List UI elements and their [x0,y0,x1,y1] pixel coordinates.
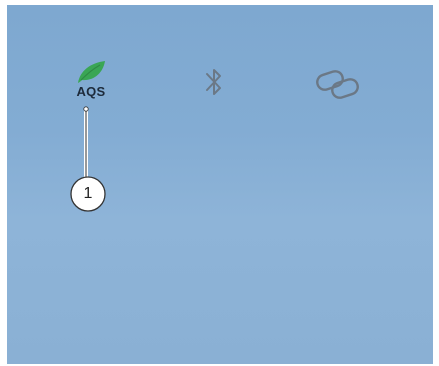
aqs-indicator[interactable]: AQS [69,59,113,99]
aqs-label: AQS [76,84,106,99]
bluetooth-indicator[interactable] [202,65,226,99]
link-indicator[interactable] [313,67,363,103]
bluetooth-icon [206,69,221,95]
callout-number: 1 [83,185,93,202]
link-icon [316,70,359,99]
leaf-icon [78,61,105,83]
